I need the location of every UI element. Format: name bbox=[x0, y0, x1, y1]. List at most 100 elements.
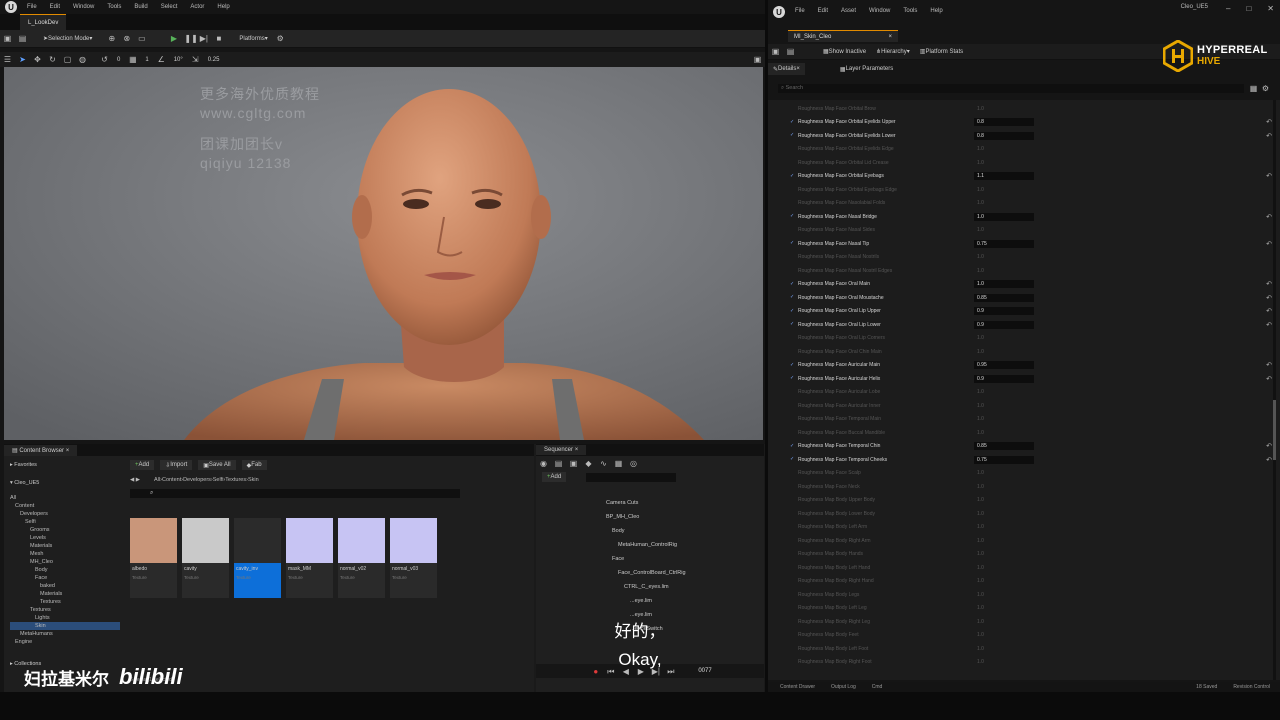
maximize-icon[interactable]: □ bbox=[1246, 2, 1251, 16]
parameter-value-field[interactable]: 1.0 bbox=[974, 469, 1034, 477]
parameter-row[interactable]: Roughness Map Body Left Hand 1.0 bbox=[790, 561, 1272, 574]
breadcrumb-skin[interactable]: Skin bbox=[248, 477, 259, 483]
view-options-icon[interactable]: ▦ bbox=[1249, 84, 1258, 93]
override-checkbox[interactable] bbox=[790, 187, 795, 192]
save-all-button[interactable]: ▣ Save All bbox=[198, 460, 236, 470]
parameter-row[interactable]: Roughness Map Body Feet 1.0 bbox=[790, 629, 1272, 642]
menu-edit[interactable]: Edit bbox=[50, 4, 60, 10]
details-tab[interactable]: ✎ Details × bbox=[768, 63, 805, 75]
parameter-value-field[interactable]: 1.0 bbox=[974, 267, 1034, 275]
fab-button[interactable]: ◆ Fab bbox=[241, 460, 267, 470]
parameter-value-field[interactable]: 1.1 bbox=[974, 172, 1034, 180]
count-a[interactable]: 0 bbox=[112, 57, 125, 63]
reset-to-default-icon[interactable]: ↶ bbox=[1266, 213, 1272, 221]
override-checkbox[interactable] bbox=[790, 336, 795, 341]
parameter-row[interactable]: Roughness Map Body Left Arm 1.0 bbox=[790, 521, 1272, 534]
tree-item[interactable]: Mesh bbox=[10, 550, 120, 558]
tree-item[interactable]: Textures bbox=[10, 598, 120, 606]
skip-icon[interactable]: ▶| bbox=[199, 34, 208, 43]
override-checkbox[interactable] bbox=[790, 228, 795, 233]
seq-search-input[interactable] bbox=[586, 472, 677, 482]
saved-count[interactable]: 18 Saved bbox=[1196, 684, 1217, 690]
override-checkbox[interactable] bbox=[790, 268, 795, 273]
parameter-row[interactable]: Roughness Map Body Lower Body 1.0 bbox=[790, 507, 1272, 520]
angle-snap-icon[interactable]: ∠ bbox=[157, 55, 166, 64]
asset-search-input[interactable]: ⌕ bbox=[130, 489, 460, 498]
parameter-row[interactable]: ✓ Roughness Map Face Nasal Tip 0.75 ↶ bbox=[790, 237, 1272, 250]
breadcrumb-content[interactable]: Content bbox=[162, 477, 181, 483]
tree-item[interactable]: Face bbox=[10, 574, 120, 582]
override-checkbox[interactable]: ✓ bbox=[790, 376, 795, 381]
tree-item[interactable]: Materials bbox=[10, 590, 120, 598]
save-icon[interactable]: ▣ bbox=[771, 47, 780, 56]
parameter-value-field[interactable]: 1.0 bbox=[974, 402, 1034, 410]
translate-icon[interactable]: ✥ bbox=[33, 55, 42, 64]
override-checkbox[interactable]: ✓ bbox=[790, 308, 795, 314]
parameter-row[interactable]: Roughness Map Body Right Foot 1.0 bbox=[790, 656, 1272, 669]
parameter-row[interactable]: ✓ Roughness Map Face Nasal Bridge 1.0 ↶ bbox=[790, 210, 1272, 223]
parameter-value-field[interactable]: 1.0 bbox=[974, 334, 1034, 342]
parameter-row[interactable]: Roughness Map Body Right Leg 1.0 bbox=[790, 615, 1272, 628]
parameter-value-field[interactable]: 1.0 bbox=[974, 483, 1034, 491]
menu-help[interactable]: Help bbox=[217, 4, 229, 10]
scale-snap-icon[interactable]: ⇲ bbox=[191, 55, 200, 64]
override-checkbox[interactable] bbox=[790, 390, 795, 395]
breadcrumb-textures[interactable]: Textures bbox=[225, 477, 246, 483]
reset-to-default-icon[interactable]: ↶ bbox=[1266, 118, 1272, 126]
override-checkbox[interactable] bbox=[790, 471, 795, 476]
parameter-value-field[interactable]: 1.0 bbox=[974, 564, 1034, 572]
parameter-row[interactable]: ✓ Roughness Map Face Temporal Chin 0.85 ↶ bbox=[790, 440, 1272, 453]
sequencer-track[interactable]: Body bbox=[606, 524, 756, 538]
grid-snap-icon[interactable]: ▦ bbox=[128, 55, 137, 64]
parameter-value-field[interactable]: 0.8 bbox=[974, 131, 1034, 140]
snap-icon[interactable]: ↺ bbox=[100, 55, 109, 64]
parameter-row[interactable]: Roughness Map Face Auricular Inner 1.0 bbox=[790, 399, 1272, 412]
parameter-value-field[interactable]: 1.0 bbox=[974, 510, 1034, 518]
parameter-row[interactable]: Roughness Map Face Scalp 1.0 bbox=[790, 467, 1272, 480]
parameter-row[interactable]: ✓ Roughness Map Face Auricular Main 0.95 ↶ bbox=[790, 359, 1272, 372]
cmd-input[interactable]: Cmd bbox=[872, 684, 883, 690]
tree-item[interactable]: Materials bbox=[10, 542, 120, 550]
parameter-value-field[interactable]: 0.9 bbox=[974, 307, 1034, 315]
override-checkbox[interactable] bbox=[790, 646, 795, 651]
tree-item[interactable]: Textures bbox=[10, 606, 120, 614]
content-browser-tab[interactable]: ▤ Content Browser × bbox=[4, 444, 78, 456]
tree-item[interactable]: All bbox=[10, 494, 120, 502]
scale-value[interactable]: 0.25 bbox=[203, 57, 225, 63]
show-inactive-button[interactable]: ▦ Show Inactive bbox=[818, 48, 871, 56]
parameter-value-field[interactable]: 1.0 bbox=[974, 159, 1034, 167]
menu-file[interactable]: File bbox=[795, 8, 805, 14]
reset-to-default-icon[interactable]: ↶ bbox=[1266, 307, 1272, 315]
menu-build[interactable]: Build bbox=[134, 4, 147, 10]
record-icon[interactable]: ● bbox=[591, 667, 600, 676]
reset-to-default-icon[interactable]: ↶ bbox=[1266, 280, 1272, 288]
override-checkbox[interactable]: ✓ bbox=[790, 295, 795, 300]
parameter-row[interactable]: Roughness Map Body Right Arm 1.0 bbox=[790, 534, 1272, 547]
sequencer-track[interactable]: BP_MH_Cleo bbox=[606, 510, 756, 524]
minimize-icon[interactable]: – bbox=[1226, 2, 1230, 16]
parameter-row[interactable]: Roughness Map Body Left Foot 1.0 bbox=[790, 642, 1272, 655]
parameter-row[interactable]: Roughness Map Face Nasolabial Folds 1.0 bbox=[790, 197, 1272, 210]
override-checkbox[interactable] bbox=[790, 511, 795, 516]
override-checkbox[interactable] bbox=[790, 606, 795, 611]
menu-asset[interactable]: Asset bbox=[841, 8, 856, 14]
parameter-value-field[interactable]: 0.9 bbox=[974, 374, 1034, 383]
tree-item[interactable]: Levels bbox=[10, 534, 120, 542]
parameter-value-field[interactable]: 0.85 bbox=[974, 442, 1034, 450]
save-icon[interactable]: ▣ bbox=[3, 34, 12, 43]
override-checkbox[interactable] bbox=[790, 417, 795, 422]
override-checkbox[interactable]: ✓ bbox=[790, 362, 795, 368]
override-checkbox[interactable] bbox=[790, 498, 795, 503]
tree-item[interactable]: Body bbox=[10, 566, 120, 574]
level-tab[interactable]: L_LookDev bbox=[20, 14, 67, 30]
parameter-value-field[interactable]: 1.0 bbox=[974, 550, 1034, 558]
tree-item[interactable]: Grooms bbox=[10, 526, 120, 534]
parameter-value-field[interactable]: 1.0 bbox=[974, 658, 1034, 666]
tree-item[interactable]: baked bbox=[10, 582, 120, 590]
override-checkbox[interactable] bbox=[790, 160, 795, 165]
parameter-row[interactable]: ✓ Roughness Map Face Oral Lip Lower 0.9 ↶ bbox=[790, 318, 1272, 331]
menu-window[interactable]: Window bbox=[869, 8, 890, 14]
parameter-row[interactable]: ✓ Roughness Map Face Oral Moustache 0.85 ↶ bbox=[790, 291, 1272, 304]
parameter-value-field[interactable]: 1.0 bbox=[974, 591, 1034, 599]
stop-icon[interactable]: ■ bbox=[214, 34, 223, 43]
